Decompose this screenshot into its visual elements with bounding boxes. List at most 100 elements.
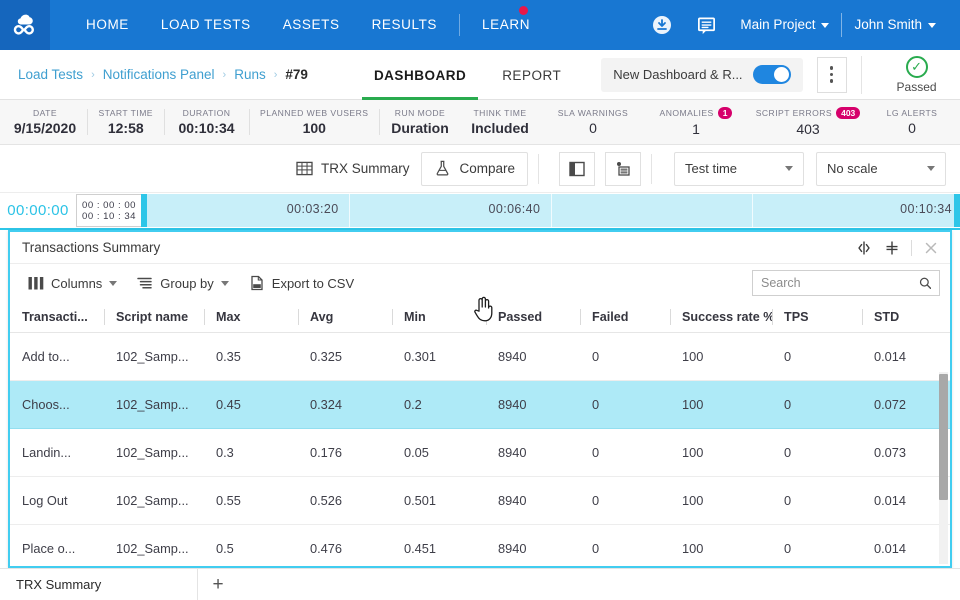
expand-vertical-button[interactable] [879,236,905,260]
dashboard-toolbar: TRX Summary Compare Test tim [0,145,960,193]
project-selector[interactable]: Main Project [728,0,841,50]
table-grid-icon [296,161,313,176]
export-csv-button[interactable]: Export to CSV [241,269,362,297]
download-button[interactable] [645,8,679,42]
timeline-ruler[interactable]: 00:00:00 00 : 00 : 00 00 : 10 : 34 00:03… [0,193,960,230]
group-by-button[interactable]: Group by [129,269,236,297]
user-menu[interactable]: John Smith [842,0,948,50]
breadcrumb-item-notifications-panel[interactable]: Notifications Panel [103,67,215,82]
stat-badge: 403 [836,107,860,120]
column-header-min[interactable]: Min [392,302,486,332]
breadcrumb-item-runs[interactable]: Runs [234,67,266,82]
cell-min: 0.2 [392,380,486,428]
cell-std: 0.014 [862,524,950,566]
column-header-transaction[interactable]: Transacti... [10,302,104,332]
table-row[interactable]: Landin... 102_Samp... 0.3 0.176 0.05 894… [10,428,950,476]
columns-button[interactable]: Columns [20,269,125,297]
nav-item-assets[interactable]: ASSETS [267,0,356,50]
column-header-avg[interactable]: Avg [298,302,392,332]
breadcrumb-item-load-tests[interactable]: Load Tests [18,67,83,82]
close-icon [924,241,938,255]
search-box[interactable] [752,270,940,296]
new-dashboard-toggle-switch[interactable] [753,65,791,84]
cell-std: 0.014 [862,332,950,380]
timeline-handle-right[interactable] [954,194,960,227]
scale-select-value: No scale [827,161,878,176]
bottom-tab-trx-summary[interactable]: TRX Summary [0,569,198,600]
chevron-down-icon [221,281,229,286]
timeline-track[interactable]: 00:03:20 00:06:40 00:10:34 [147,194,954,227]
column-header-std[interactable]: STD [862,302,950,332]
nav-item-results[interactable]: RESULTS [356,0,453,50]
cell-max: 0.3 [204,428,298,476]
cell-passed: 8940 [486,476,580,524]
timeline-current-time: 00:00:00 [0,193,76,228]
column-header-passed[interactable]: Passed [486,302,580,332]
new-dashboard-toggle-label: New Dashboard & R... [613,67,742,82]
nav-item-learn[interactable]: LEARN [466,0,546,50]
run-status-badge: ✓ Passed [880,56,954,94]
panel-toolbar: Columns Group by Export to CSV [10,264,950,302]
stat-value: Included [470,120,530,136]
nav-item-learn-label: LEARN [482,17,530,32]
close-panel-button[interactable] [918,236,944,260]
collapse-horizontal-icon [856,240,872,256]
nav-item-home[interactable]: HOME [70,0,145,50]
csv-file-icon [249,275,265,291]
stat-label: RUN MODE [390,108,450,118]
tab-report[interactable]: REPORT [484,50,579,100]
table-row[interactable]: Choos... 102_Samp... 0.45 0.324 0.2 8940… [10,380,950,428]
trx-summary-button[interactable]: TRX Summary [284,152,422,186]
search-icon[interactable] [919,276,931,290]
nav-item-load-tests[interactable]: LOAD TESTS [145,0,267,50]
kebab-dot [830,79,834,83]
stat-label: START TIME [98,108,154,118]
compare-button[interactable]: Compare [421,152,528,186]
cell-min: 0.451 [392,524,486,566]
stat-anomalies: ANOMALIES 1 1 [646,107,746,138]
table-row[interactable]: Place o... 102_Samp... 0.5 0.476 0.451 8… [10,524,950,566]
stat-value: 403 [756,121,860,137]
column-header-max[interactable]: Max [204,302,298,332]
stat-value: 1 [656,121,736,137]
breadcrumb-separator-icon: › [223,69,227,81]
table-row[interactable]: Add to... 102_Samp... 0.35 0.325 0.301 8… [10,332,950,380]
panel-title: Transactions Summary [22,240,160,255]
trx-summary-label: TRX Summary [321,161,410,176]
toggle-knob [774,67,789,82]
split-panel-icon [568,160,586,178]
export-csv-label: Export to CSV [272,276,354,291]
cell-passed: 8940 [486,380,580,428]
scale-select[interactable]: No scale [816,152,946,186]
legend-button[interactable] [605,152,641,186]
stat-label: LG ALERTS [880,108,944,118]
cell-min: 0.301 [392,332,486,380]
run-stats-bar: DATE 9/15/2020 START TIME 12:58 DURATION… [0,100,960,145]
timeline-tick [551,194,552,227]
timeline-tick [349,194,350,227]
cell-script-name: 102_Samp... [104,524,204,566]
cell-max: 0.35 [204,332,298,380]
timeline-range-box[interactable]: 00 : 00 : 00 00 : 10 : 34 [76,194,142,227]
infinity-cloud-logo-icon [9,9,41,41]
column-header-success-rate[interactable]: Success rate % [670,302,772,332]
cell-passed: 8940 [486,332,580,380]
table-scrollbar-thumb[interactable] [939,374,948,500]
messages-button[interactable] [689,8,723,42]
table-row[interactable]: Log Out 102_Samp... 0.55 0.526 0.501 894… [10,476,950,524]
time-axis-select[interactable]: Test time [674,152,804,186]
notification-dot-icon [519,6,528,15]
new-dashboard-toggle-group[interactable]: New Dashboard & R... [601,58,802,92]
search-input[interactable] [761,276,913,290]
add-tab-button[interactable]: + [198,569,238,600]
stat-value: 0 [880,120,944,136]
collapse-horizontal-button[interactable] [851,236,877,260]
tab-dashboard[interactable]: DASHBOARD [356,50,484,100]
more-options-button[interactable] [817,57,847,93]
app-logo[interactable] [0,0,50,50]
split-panel-button[interactable] [559,152,595,186]
column-header-script-name[interactable]: Script name [104,302,204,332]
column-header-tps[interactable]: TPS [772,302,862,332]
column-header-failed[interactable]: Failed [580,302,670,332]
stat-think-time: THINK TIME Included [460,108,540,136]
